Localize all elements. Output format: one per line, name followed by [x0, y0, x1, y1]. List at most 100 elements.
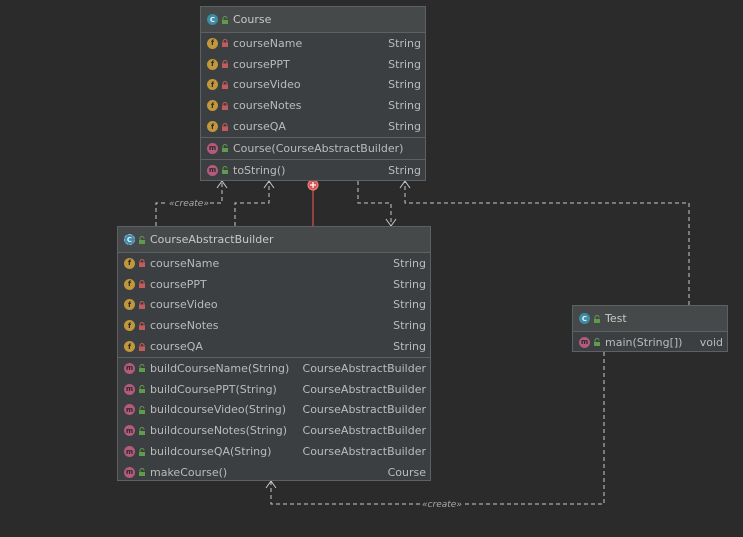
field-row[interactable]: f courseName String [118, 253, 430, 274]
course-constructors-section: m Course(CourseAbstractBuilder) [201, 138, 425, 160]
member-name: courseVideo [150, 298, 218, 312]
member-type: String [393, 298, 426, 312]
member-type: CourseAbstractBuilder [302, 424, 426, 438]
member-type: String [388, 163, 421, 177]
field-row[interactable]: f coursePPT String [118, 274, 430, 295]
member-name: buildcourseVideo(String) [150, 403, 287, 417]
public-visibility-icon [138, 385, 146, 394]
public-visibility-icon [221, 166, 229, 175]
public-visibility-icon [593, 338, 601, 347]
public-visibility-icon [138, 364, 146, 373]
field-row[interactable]: f courseVideo String [201, 75, 425, 96]
public-visibility-icon [138, 426, 146, 435]
course-class-header[interactable]: C Course [201, 7, 425, 33]
member-name: buildCoursePPT(String) [150, 382, 277, 396]
public-visibility-icon [221, 15, 229, 24]
field-row[interactable]: f courseNotes String [201, 95, 425, 116]
member-type: String [393, 256, 426, 270]
member-name: Course(CourseAbstractBuilder) [233, 141, 404, 155]
private-visibility-icon [138, 301, 146, 309]
field-row[interactable]: f courseQA String [118, 336, 430, 357]
test-class-node[interactable]: C Test m main(String[]) void [572, 305, 728, 352]
field-icon: f [124, 320, 135, 332]
class-name: CourseAbstractBuilder [150, 233, 274, 246]
member-name: makeCourse() [150, 465, 228, 479]
member-name: courseNotes [150, 319, 219, 333]
member-type: Course [387, 465, 426, 479]
method-icon: m [207, 164, 218, 176]
member-name: courseQA [150, 340, 203, 354]
class-name: Test [605, 312, 627, 325]
private-visibility-icon [221, 122, 229, 131]
method-row[interactable]: m Course(CourseAbstractBuilder) [201, 138, 425, 159]
private-visibility-icon [138, 259, 146, 268]
method-row[interactable]: m makeCourse() Course [118, 462, 430, 483]
method-row[interactable]: m buildCoursePPT(String) CourseAbstractBui… [118, 379, 430, 400]
member-type: String [393, 277, 426, 291]
method-row[interactable]: m buildcourseNotes(String) CourseAbstractB… [118, 420, 430, 441]
public-visibility-icon [593, 314, 601, 323]
field-icon: f [124, 341, 135, 353]
field-icon: f [207, 79, 218, 91]
builder-methods-section: m buildCourseName(String) CourseAbstractBu… [118, 358, 430, 483]
member-name: buildCourseName(String) [150, 361, 290, 375]
member-type: String [388, 99, 421, 113]
member-type: CourseAbstractBuilder [302, 403, 426, 417]
field-row[interactable]: f coursePPT String [201, 54, 425, 75]
private-visibility-icon [221, 39, 229, 48]
class-icon: C [207, 14, 218, 25]
method-row[interactable]: m toString() String [201, 160, 425, 181]
method-icon: m [124, 446, 135, 458]
method-row[interactable]: m buildcourseVideo(String) CourseAbstractB… [118, 400, 430, 421]
public-visibility-icon [221, 144, 229, 153]
field-icon: f [124, 278, 135, 290]
member-name: buildcourseNotes(String) [150, 424, 288, 438]
method-icon: m [124, 404, 135, 416]
method-row[interactable]: m buildcourseQA(String) CourseAbstractBuil… [118, 441, 430, 462]
member-type: String [388, 36, 421, 50]
member-type: CourseAbstractBuilder [302, 445, 426, 459]
test-class-icon: C [579, 313, 590, 324]
member-type: String [388, 78, 421, 92]
private-visibility-icon [221, 81, 229, 89]
member-name: main(String[]) [605, 335, 683, 349]
member-type: CourseAbstractBuilder [302, 382, 426, 396]
member-type: CourseAbstractBuilder [302, 361, 426, 375]
member-name: toString() [233, 163, 286, 177]
field-icon: f [207, 100, 218, 112]
member-name: courseVideo [233, 78, 301, 92]
course-abstract-builder-class-node[interactable]: C CourseAbstractBuilder f courseName Strin… [117, 226, 431, 481]
test-class-header[interactable]: C Test [573, 306, 727, 332]
method-icon: m [124, 466, 135, 478]
field-row[interactable]: f courseQA String [201, 116, 425, 137]
member-name: courseQA [233, 120, 286, 134]
member-name: courseName [233, 36, 303, 50]
member-type: String [388, 57, 421, 71]
field-row[interactable]: f courseVideo String [118, 295, 430, 316]
builder-fields-section: f courseName String f coursePPT String f course… [118, 253, 430, 358]
field-icon: f [124, 299, 135, 311]
member-type: String [388, 120, 421, 134]
member-name: courseNotes [233, 99, 302, 113]
method-row[interactable]: m buildCourseName(String) CourseAbstractBu… [118, 358, 430, 379]
abstract-class-icon: C [124, 234, 135, 245]
member-name: courseName [150, 256, 220, 270]
test-methods-section: m main(String[]) void [573, 332, 727, 353]
member-name: coursePPT [150, 277, 207, 291]
field-row[interactable]: f courseName String [201, 33, 425, 54]
field-row[interactable]: f courseNotes String [118, 315, 430, 336]
create-stereotype-label-bottom: «create» [421, 500, 463, 510]
member-name: coursePPT [233, 57, 290, 71]
field-icon: f [207, 121, 218, 133]
method-row[interactable]: m main(String[]) void [573, 332, 727, 353]
class-name: Course [233, 13, 272, 26]
dependency-test-to-course [404, 181, 690, 305]
public-visibility-icon [138, 468, 146, 477]
private-visibility-icon [138, 321, 146, 330]
builder-class-header[interactable]: C CourseAbstractBuilder [118, 227, 430, 253]
public-visibility-icon [138, 235, 146, 244]
member-type: void [699, 335, 723, 349]
course-class-node[interactable]: C Course f courseName String f coursePPT Stri… [200, 6, 426, 181]
method-icon: m [124, 383, 135, 395]
method-icon: m [124, 425, 135, 437]
